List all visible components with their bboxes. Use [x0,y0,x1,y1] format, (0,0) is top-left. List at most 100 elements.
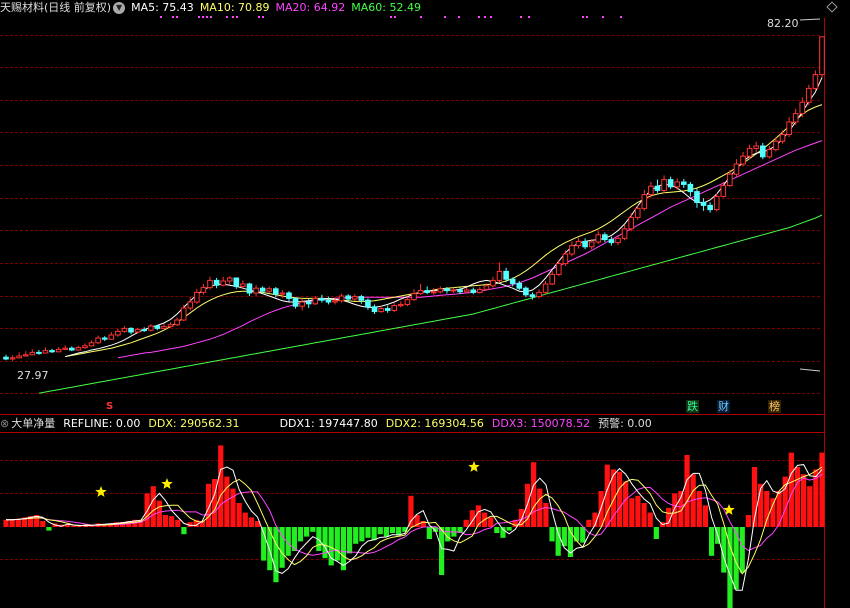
badge-bang[interactable]: 榜 [768,400,781,413]
candle-up [391,305,398,311]
candle-up [641,194,648,209]
candle-down [694,191,700,203]
signal-dot [206,16,208,18]
indicator-bar-negative [439,527,445,575]
candle-down [759,145,766,158]
indicator-bar-negative [267,527,273,571]
ma5-line [65,77,823,358]
candle-up [733,163,740,175]
indicator-bar-positive [162,515,169,527]
star-icon [723,504,735,515]
candle-up [799,101,806,115]
candle-up [621,228,628,239]
candle-down [154,325,161,329]
candle-up [226,277,233,282]
candle-down [358,296,365,301]
candle-up [108,334,115,340]
indicator-bar-positive [586,519,592,527]
candle-up [187,301,194,309]
candle-up [766,149,773,158]
signal-dot [202,16,204,18]
indicator-bar-negative [739,527,745,573]
indicator-bar-negative [708,527,715,556]
candle-down [273,288,279,295]
candle-down [654,185,661,191]
indicator-bar-positive [770,498,776,527]
candle-down [3,356,9,360]
indicator-bar-positive [696,491,702,527]
candle-down [69,347,75,351]
candle-up [411,293,417,301]
indicator-bar-positive [169,516,175,527]
close-icon[interactable]: ⊗ [0,417,9,430]
candle-up [240,283,246,287]
candle-up [496,270,503,281]
signal-dot [582,16,584,18]
candle-up [720,185,727,197]
badge-die[interactable]: 跌 [686,400,699,413]
candle-up [134,329,141,333]
candle-up [404,299,411,305]
candle-up [536,291,542,298]
badge-cai[interactable]: 财 [717,400,730,413]
candle-down [687,183,694,193]
indicator-bar-positive [819,452,825,527]
ddx3-label: DDX3: 150078.52 [491,417,591,430]
indicator-bar-positive [150,486,156,527]
candle-up [266,288,273,292]
candle-up [463,289,470,293]
indicator-bar-positive [635,495,641,527]
indicator-bar-positive [543,503,549,527]
sell-signal-marker[interactable]: S [106,401,113,412]
chevron-down-icon[interactable]: ▼ [113,2,126,14]
signal-dot [210,16,212,18]
indicator-bar-positive [537,488,543,527]
candle-down [444,288,450,292]
ddx1-label: DDX1: 197447.80 [279,417,378,430]
signal-dot [620,16,622,18]
signal-dot [444,16,446,18]
candle-up [378,308,384,313]
candle-down [292,297,299,307]
candle-up [338,295,345,302]
indicator-bar-positive [647,512,653,527]
candle-down [602,234,608,241]
indicator-bar-negative [555,527,561,556]
stock-title[interactable]: 天赐材料(日线 前复权) [0,1,111,14]
candle-down [101,337,108,340]
candle-down [371,306,378,313]
signal-dot [528,16,530,18]
candle-up [9,357,16,360]
candle-down [213,279,220,286]
candle-up [555,263,562,275]
candle-up [437,288,444,293]
candle-up [819,36,825,76]
signal-dot [420,16,422,18]
candle-down [49,350,55,353]
indicator-bar-negative [334,527,340,561]
star-icon [468,461,480,472]
indicator-bar-positive [230,488,236,527]
candlestick-chart[interactable] [0,0,850,608]
indicator-bar-positive [488,517,494,527]
indicator-bar-negative [353,527,359,544]
candle-up [661,179,667,191]
star-icon [161,478,173,489]
signal-dot [258,16,260,18]
indicator-name[interactable]: 大单净量 [11,417,55,430]
candle-up [713,195,720,211]
candle-down [233,277,240,287]
indicator-bar-positive [623,481,629,527]
indicator-bar-negative [297,527,304,542]
indicator-bar-positive [800,474,807,527]
indicator-bar-negative [549,527,555,542]
candle-up [542,283,549,293]
chart-stage: 天赐材料(日线 前复权) ▼ MA5: 75.43 MA10: 70.89 MA20: … [0,0,850,608]
high-pointer-line [799,18,821,21]
ma60-label: MA60: 52.49 [351,1,421,14]
candle-up [483,285,490,290]
candle-up [253,287,259,294]
signal-dot [394,16,396,18]
candle-up [82,345,88,349]
candle-up [62,347,69,350]
